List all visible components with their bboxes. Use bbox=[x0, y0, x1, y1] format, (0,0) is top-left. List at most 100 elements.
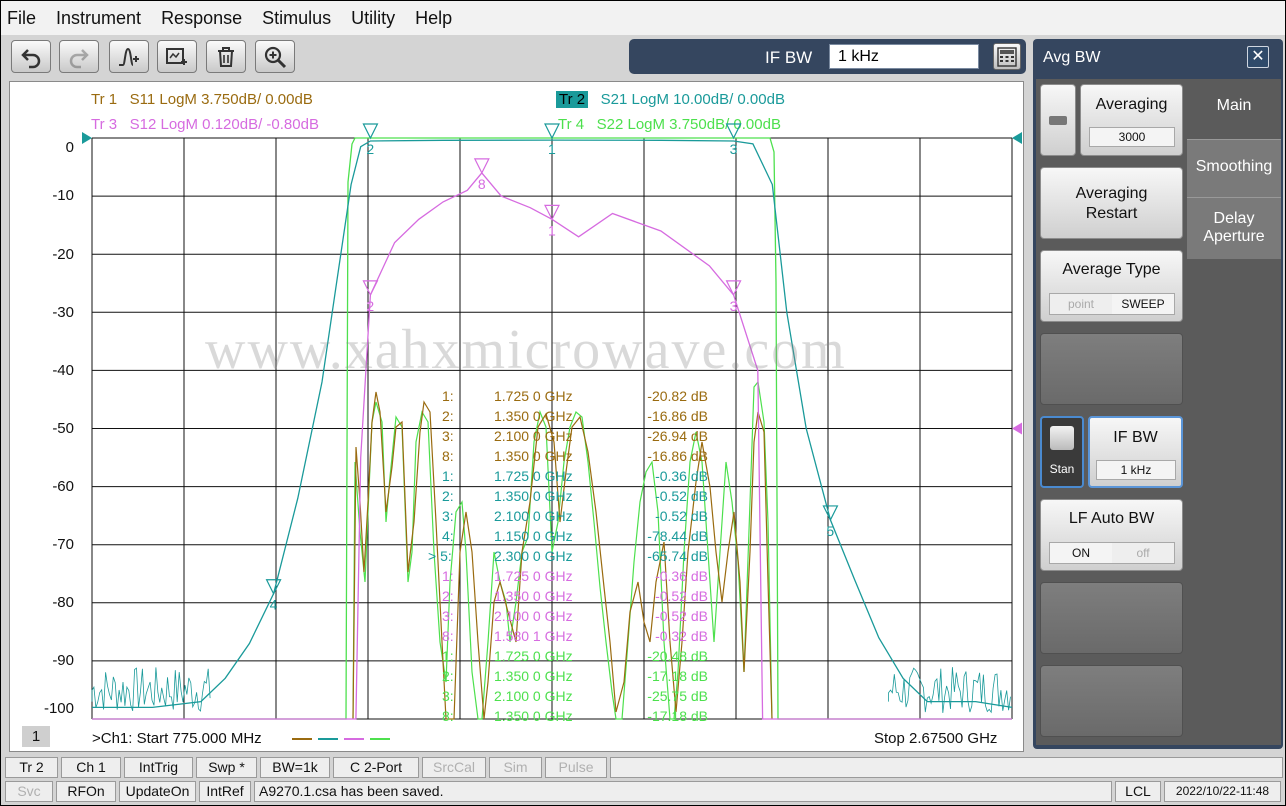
reference-right-icon bbox=[1012, 132, 1022, 144]
stop-frequency[interactable]: Stop 2.67500 GHz bbox=[874, 730, 997, 747]
marker-label: 5 bbox=[826, 523, 834, 539]
marker-value: -0.32 dB bbox=[655, 628, 708, 644]
status-ref[interactable]: IntRef bbox=[199, 781, 251, 802]
start-frequency[interactable]: >Ch1: Start 775.000 MHz bbox=[92, 730, 262, 747]
status-bandwidth[interactable]: BW=1k bbox=[260, 757, 330, 778]
marker-number: > 5: bbox=[428, 548, 452, 564]
marker-value: -20.48 dB bbox=[647, 648, 708, 664]
marker-frequency: 2.100 0 GHz bbox=[494, 608, 573, 624]
marker-frequency: 2.100 0 GHz bbox=[494, 508, 573, 524]
tab-delay-aperture[interactable]: Delay Aperture bbox=[1187, 197, 1281, 259]
marker-number: 2: bbox=[442, 488, 454, 504]
status-trace[interactable]: Tr 2 bbox=[5, 757, 58, 778]
lf-off: off bbox=[1112, 543, 1174, 563]
marker-number: 1: bbox=[442, 568, 454, 584]
status-update[interactable]: UpdateOn bbox=[119, 781, 196, 802]
marker-number: 4: bbox=[442, 528, 454, 544]
lf-auto-bw-toggle: ON off bbox=[1049, 542, 1175, 564]
marker-frequency: 1.725 0 GHz bbox=[494, 468, 573, 484]
keypad-button[interactable] bbox=[993, 43, 1021, 70]
menu-instrument[interactable]: Instrument bbox=[56, 8, 141, 29]
measurement-window[interactable]: Tr 1 S11 LogM 3.750dB/ 0.00dB Tr 3 S12 L… bbox=[9, 81, 1024, 752]
marker-label: 3 bbox=[730, 298, 738, 314]
status-pulse[interactable]: Pulse bbox=[545, 757, 607, 778]
s22-legend-line bbox=[370, 738, 390, 740]
status-srccal[interactable]: SrcCal bbox=[422, 757, 486, 778]
averaging-restart-button[interactable]: Averaging Restart bbox=[1040, 167, 1183, 239]
reference-s12-icon bbox=[1012, 422, 1022, 435]
marker-frequency: 1.350 0 GHz bbox=[494, 448, 573, 464]
add-trace-icon bbox=[166, 47, 187, 65]
redo-button[interactable] bbox=[59, 40, 99, 73]
marker-frequency: 1.350 0 GHz bbox=[494, 408, 573, 424]
menu-response[interactable]: Response bbox=[161, 8, 242, 29]
close-button[interactable]: ✕ bbox=[1247, 46, 1269, 68]
marker-frequency: 2.100 0 GHz bbox=[494, 428, 573, 444]
zoom-button[interactable] bbox=[255, 40, 295, 73]
average-type-button[interactable]: Average Type point SWEEP bbox=[1040, 250, 1183, 322]
menu-help[interactable]: Help bbox=[415, 8, 452, 29]
add-marker-button[interactable] bbox=[109, 40, 149, 73]
empty-softkey bbox=[1040, 582, 1183, 654]
zoom-icon bbox=[264, 46, 287, 68]
status-calibration[interactable]: C 2-Port bbox=[333, 757, 419, 778]
marker-frequency: 1.350 0 GHz bbox=[494, 708, 573, 724]
status-channel[interactable]: Ch 1 bbox=[61, 757, 121, 778]
marker-value: -65.74 dB bbox=[647, 548, 708, 564]
add-trace-button[interactable] bbox=[157, 40, 197, 73]
toolbar: IF BW 1 kHz bbox=[1, 35, 1031, 77]
undo-button[interactable] bbox=[11, 40, 51, 73]
delete-button[interactable] bbox=[206, 40, 246, 73]
marker-frequency: 1.350 0 GHz bbox=[494, 488, 573, 504]
marker-frequency: 1.725 0 GHz bbox=[494, 568, 573, 584]
marker-label: 3 bbox=[730, 141, 738, 157]
marker-value: -20.82 dB bbox=[647, 388, 708, 404]
close-icon: ✕ bbox=[1251, 48, 1265, 65]
vna-application: File Instrument Response Stimulus Utilit… bbox=[1, 1, 1285, 805]
channel-number[interactable]: 1 bbox=[22, 726, 50, 747]
marker-value: -17.18 dB bbox=[647, 668, 708, 684]
lf-auto-bw-button[interactable]: LF Auto BW ON off bbox=[1040, 499, 1183, 571]
marker-value: -16.86 dB bbox=[647, 408, 708, 424]
averaging-toggle-button[interactable] bbox=[1040, 84, 1076, 156]
ifbw-panel-label: IF BW bbox=[1113, 429, 1158, 446]
keypad-icon bbox=[997, 46, 1017, 67]
ifbw-entry-label: IF BW bbox=[765, 48, 813, 67]
status-sim[interactable]: Sim bbox=[489, 757, 542, 778]
tab-smoothing[interactable]: Smoothing bbox=[1187, 139, 1281, 197]
menu-stimulus[interactable]: Stimulus bbox=[262, 8, 331, 29]
marker-number: 1: bbox=[442, 648, 454, 664]
status-bar-top: Tr 2 Ch 1 IntTrig Swp * BW=1k C 2-Port S… bbox=[1, 756, 1285, 780]
status-empty bbox=[610, 757, 1283, 778]
marker-value: -0.52 dB bbox=[655, 488, 708, 504]
status-rf[interactable]: RFOn bbox=[56, 781, 116, 802]
marker-value: -16.86 dB bbox=[647, 448, 708, 464]
status-lcl[interactable]: LCL bbox=[1115, 781, 1161, 802]
marker-frequency: 2.300 0 GHz bbox=[494, 548, 573, 564]
panel-title: Avg BW bbox=[1043, 49, 1101, 66]
marker-value: -17.18 dB bbox=[647, 708, 708, 724]
marker-number: 8: bbox=[442, 628, 454, 644]
empty-softkey bbox=[1040, 665, 1183, 737]
menu-file[interactable]: File bbox=[7, 8, 36, 29]
average-type-label: Average Type bbox=[1062, 261, 1161, 278]
ifbw-entry-bar: IF BW 1 kHz bbox=[629, 39, 1026, 74]
ifbw-button[interactable]: IF BW 1 kHz bbox=[1088, 416, 1183, 488]
menu-utility[interactable]: Utility bbox=[351, 8, 395, 29]
avg-type-sweep: SWEEP bbox=[1112, 294, 1174, 314]
ifbw-entry-input[interactable]: 1 kHz bbox=[829, 44, 979, 69]
status-svc[interactable]: Svc bbox=[5, 781, 53, 802]
status-trigger[interactable]: IntTrig bbox=[124, 757, 193, 778]
s12-legend-line bbox=[344, 738, 364, 740]
marker-number: 1: bbox=[442, 468, 454, 484]
s11-legend-line bbox=[292, 738, 312, 740]
status-sweep[interactable]: Swp * bbox=[196, 757, 257, 778]
delete-icon bbox=[218, 46, 234, 67]
s21-legend-line bbox=[318, 738, 338, 740]
averaging-button[interactable]: Averaging 3000 bbox=[1080, 84, 1183, 156]
marker-value: -26.94 dB bbox=[647, 428, 708, 444]
status-bar-bottom: Svc RFOn UpdateOn IntRef A9270.1.csa has… bbox=[1, 780, 1285, 805]
avg-type-point: point bbox=[1050, 294, 1112, 314]
status-message: A9270.1.csa has been saved. bbox=[254, 781, 1112, 802]
stan-button[interactable]: Stan bbox=[1040, 416, 1084, 488]
